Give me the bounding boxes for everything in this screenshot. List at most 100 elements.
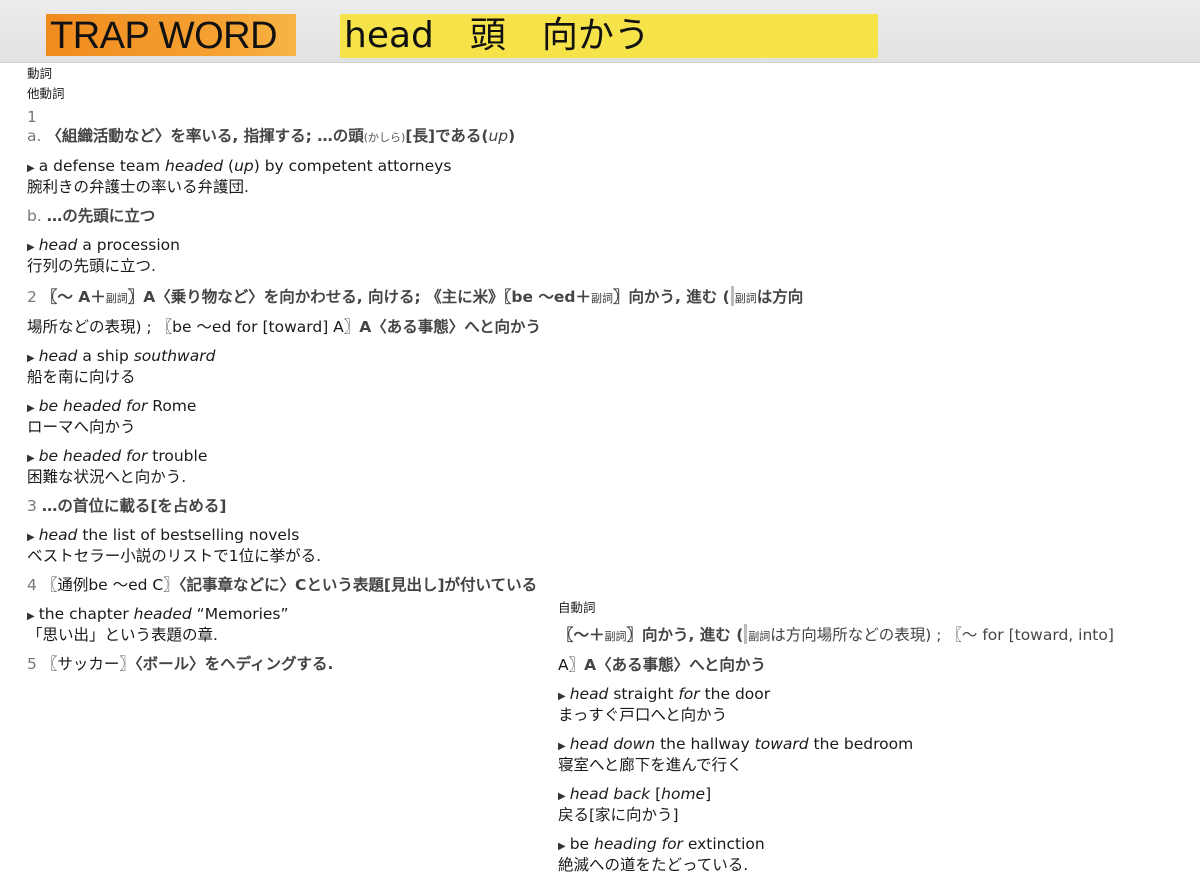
- definition-text: …の首位に載る[を占める]: [41, 497, 227, 515]
- triangle-right-icon[interactable]: ▶: [27, 611, 35, 622]
- triangle-right-icon[interactable]: ▶: [27, 403, 35, 414]
- definition-text: は方向: [756, 288, 804, 306]
- triangle-right-icon[interactable]: ▶: [27, 242, 35, 253]
- definition-text: 〗向かう, 進む (: [612, 288, 730, 306]
- example-keyword: headed: [133, 605, 192, 623]
- example: ▶ head a ship southward 船を南に向ける: [27, 347, 927, 387]
- definition-text: [長]である(: [405, 127, 489, 145]
- example-keyword: headed: [165, 157, 224, 175]
- sense-1a: a. 〈組織活動など〉を率いる, 指揮する; …の頭(かしら)[長]である(up…: [27, 127, 927, 147]
- example-text: the bedroom: [808, 735, 914, 753]
- example-keyword: southward: [133, 347, 216, 365]
- example-translation: ローマへ向かう: [27, 418, 136, 436]
- pos-verb: 動詞: [27, 66, 53, 81]
- example-keyword: head down: [569, 735, 656, 753]
- definition-text: A〈ある事態〉へと向かう: [584, 656, 766, 674]
- example-keyword: head: [38, 347, 78, 365]
- example: ▶ head back [home] 戻る[家に向かう]: [558, 785, 1198, 825]
- particle: up: [488, 127, 509, 145]
- example: ▶ head the list of bestselling novels ベスト…: [27, 526, 927, 566]
- example: ▶ be headed for Rome ローマへ向かう: [27, 397, 927, 437]
- example-text: the hallway: [655, 735, 755, 753]
- example-translation: 行列の先頭に立つ.: [27, 257, 156, 275]
- sense-letter: a.: [27, 127, 42, 145]
- trap-word-label: TRAP WORD: [46, 14, 296, 57]
- grammar-pattern: 〖〜 A＋: [41, 288, 106, 306]
- triangle-right-icon[interactable]: ▶: [27, 532, 35, 543]
- triangle-right-icon[interactable]: ▶: [558, 791, 566, 802]
- triangle-right-icon[interactable]: ▶: [558, 691, 566, 702]
- triangle-right-icon[interactable]: ▶: [27, 453, 35, 464]
- caret-icon: [730, 286, 734, 306]
- sense-number: 1: [27, 108, 37, 126]
- example-text: trouble: [147, 447, 208, 465]
- grammar-pattern: 〖〜＋: [558, 626, 605, 644]
- grammar-pattern: 場所などの表現) ; 〖be 〜ed for [toward] A〗: [27, 318, 360, 336]
- example-translation: 寝室へと廊下を進んで行く: [558, 756, 743, 774]
- caret-icon: [744, 624, 748, 644]
- example-keyword: up: [234, 157, 254, 175]
- example-text: be: [569, 835, 595, 853]
- example: ▶ head straight for the door まっすぐ戸口へと向かう: [558, 685, 1198, 725]
- sense-number: 5: [27, 655, 37, 673]
- example-keyword: be headed for: [38, 447, 148, 465]
- pos-transitive: 他動詞: [27, 86, 65, 101]
- example-text: (: [223, 157, 235, 175]
- example-text: ]: [705, 785, 712, 803]
- sense-number: 4: [27, 576, 37, 594]
- example-text: ) by competent attorneys: [253, 157, 452, 175]
- headword-banner: head 頭 向かう: [340, 14, 878, 58]
- reading-ruby: (かしら): [363, 131, 406, 144]
- sense-1b: b. …の先頭に立つ: [27, 207, 927, 226]
- sense-number: 2: [27, 288, 37, 306]
- grammar-pattern: A〗: [558, 656, 585, 674]
- example-keyword: home: [661, 785, 706, 803]
- grammar-pattern: 〖通例be 〜ed C〗: [41, 576, 179, 594]
- transitive-verb-entry: 動詞 他動詞 1 a. 〈組織活動など〉を率いる, 指揮する; …の頭(かしら)…: [27, 64, 927, 674]
- grammar-pattern: は方向場所などの表現) ; 〖〜 for [toward, into]: [770, 626, 1114, 644]
- triangle-right-icon[interactable]: ▶: [558, 741, 566, 752]
- example-text: a defense team: [38, 157, 165, 175]
- example-text: the door: [699, 685, 771, 703]
- sense-3: 3 …の首位に載る[を占める]: [27, 497, 927, 516]
- example: ▶ head down the hallway toward the bedroo…: [558, 735, 1198, 775]
- adverb-tag: 副詞: [590, 292, 613, 305]
- example-keyword: heading for: [594, 835, 683, 853]
- definition-text: A〈ある事態〉へと向かう: [359, 318, 542, 336]
- example-text: [: [650, 785, 662, 803]
- sense-number: 3: [27, 497, 37, 515]
- example-text: a procession: [77, 236, 180, 254]
- definition-text: 〈組織活動など〉を率いる, 指揮する; …の頭: [46, 127, 364, 145]
- example-translation: 困難な状況へと向かう.: [27, 468, 187, 486]
- example-translation: 船を南に向ける: [27, 368, 136, 386]
- example-keyword: be headed for: [38, 397, 148, 415]
- intransitive-verb-entry: 自動詞 〖〜＋副詞〗向かう, 進む (副詞は方向場所などの表現) ; 〖〜 fo…: [558, 598, 1198, 875]
- example-text: a ship: [77, 347, 134, 365]
- example: ▶ a defense team headed (up) by competent…: [27, 157, 927, 197]
- definition-text: …の先頭に立つ: [46, 207, 156, 225]
- example-keyword: for: [678, 685, 700, 703]
- triangle-right-icon[interactable]: ▶: [27, 353, 35, 364]
- example-keyword: toward: [754, 735, 809, 753]
- example-translation: ベストセラー小説のリストで1位に挙がる.: [27, 547, 322, 565]
- example-keyword: head: [569, 685, 609, 703]
- domain-label: 〖サッカー〗: [41, 655, 135, 673]
- triangle-right-icon[interactable]: ▶: [558, 841, 566, 852]
- example-text: the list of bestselling novels: [77, 526, 300, 544]
- example: ▶ be heading for extinction 絶滅への道をたどっている.: [558, 835, 1198, 875]
- paren: ): [508, 127, 516, 145]
- example-text: Rome: [147, 397, 197, 415]
- title-bar: TRAP WORD head 頭 向かう: [0, 0, 1200, 63]
- example-text: “Memories”: [191, 605, 289, 623]
- example-translation: まっすぐ戸口へと向かう: [558, 706, 728, 724]
- definition-text: 〗向かう, 進む (: [626, 626, 744, 644]
- sense-2: 2 〖〜 A＋副詞〗A〈乗り物など〉を向かわせる, 向ける; 《主に米》〖be …: [27, 286, 927, 337]
- example-translation: 戻る[家に向かう]: [558, 806, 679, 824]
- example-translation: 絶滅への道をたどっている.: [558, 856, 749, 874]
- sense-letter: b.: [27, 207, 42, 225]
- definition-text: 〈ボール〉をヘディングする.: [134, 655, 334, 673]
- example-keyword: head back: [569, 785, 651, 803]
- example: ▶ head a procession 行列の先頭に立つ.: [27, 236, 927, 276]
- triangle-right-icon[interactable]: ▶: [27, 163, 35, 174]
- adverb-tag: 副詞: [748, 630, 771, 643]
